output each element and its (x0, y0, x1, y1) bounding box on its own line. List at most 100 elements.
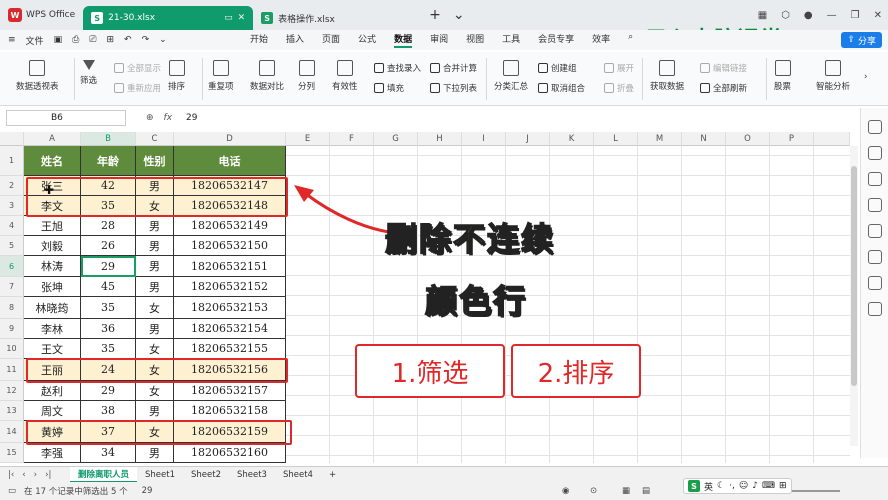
pivot-table-button[interactable]: 数据透视表 (16, 60, 59, 92)
sidebar-tool-icon[interactable] (867, 146, 882, 160)
cell-gender[interactable]: 女 (136, 339, 174, 359)
column-header-g[interactable]: G (374, 132, 418, 146)
get-data-button[interactable]: 获取数据 (650, 60, 684, 92)
preview-icon[interactable]: ⊞ (106, 35, 114, 45)
search-icon[interactable]: ⌕ (628, 32, 633, 48)
add-sheet-button[interactable]: + (321, 467, 344, 483)
formula-input[interactable]: 29 (186, 113, 197, 123)
cell-phone[interactable]: 18206532158 (174, 401, 286, 421)
create-group-button[interactable]: 创建组 (538, 62, 577, 74)
merge-calc-button[interactable]: 合并计算 (430, 62, 477, 74)
next-sheet-icon[interactable]: › (34, 470, 37, 480)
header-phone[interactable]: 电话 (174, 146, 286, 176)
cell-gender[interactable]: 男 (136, 277, 174, 297)
ungroup-button[interactable]: 取消组合 (538, 82, 585, 94)
first-sheet-icon[interactable]: |‹ (8, 470, 14, 480)
cell-name[interactable]: 赵利 (24, 381, 81, 401)
sidebar-tool-icon[interactable] (867, 276, 882, 290)
cell-phone[interactable]: 18206532160 (174, 443, 286, 463)
cell-name[interactable]: 林晓筠 (24, 297, 81, 319)
sidebar-tool-icon[interactable] (867, 250, 882, 264)
row-header-4[interactable]: 4 (0, 216, 24, 236)
avatar[interactable]: ● (804, 10, 813, 21)
file-menu[interactable]: 文件 (26, 34, 44, 47)
last-sheet-icon[interactable]: ›| (45, 470, 51, 480)
tab-file-2[interactable]: S 表格操作.xlsx (253, 6, 423, 30)
menu-tools[interactable]: 工具 (502, 32, 520, 48)
row-header-11[interactable]: 11 (0, 359, 24, 381)
row-header-6[interactable]: 6 (0, 256, 24, 277)
column-header-e[interactable]: E (286, 132, 330, 146)
cell-gender[interactable]: 男 (136, 256, 174, 277)
wps-logo[interactable]: W WPS Office (0, 0, 83, 30)
header-age[interactable]: 年龄 (81, 146, 136, 176)
name-box[interactable]: B6 (6, 110, 126, 126)
sort-button[interactable]: 排序 (168, 60, 185, 92)
cell-age[interactable]: 45 (81, 277, 136, 297)
menu-view[interactable]: 视图 (466, 32, 484, 48)
restore-icon[interactable]: ❐ (851, 10, 860, 21)
menu-formula[interactable]: 公式 (358, 32, 376, 48)
cell-phone[interactable]: 18206532157 (174, 381, 286, 401)
ribbon-next-icon[interactable]: › (864, 72, 867, 82)
menu-page[interactable]: 页面 (322, 32, 340, 48)
column-header-o[interactable]: O (726, 132, 770, 146)
cell-age[interactable]: 26 (81, 236, 136, 256)
cell-age[interactable]: 29 (81, 381, 136, 401)
sheet-tab[interactable]: Sheet2 (183, 467, 229, 483)
tab-file-1[interactable]: S 21-30.xlsx ▭ ✕ (83, 6, 254, 30)
export-icon[interactable]: ⎙ (72, 35, 79, 45)
view-icon[interactable]: ⊙ (590, 486, 597, 496)
cell-name[interactable]: 王文 (24, 339, 81, 359)
validity-button[interactable]: 有效性 (332, 60, 358, 92)
column-header-k[interactable]: K (550, 132, 594, 146)
sidebar-tool-icon[interactable] (867, 120, 882, 134)
cell-name[interactable]: 林涛 (24, 256, 81, 277)
column-header-h[interactable]: H (418, 132, 462, 146)
menu-start[interactable]: 开始 (250, 32, 268, 48)
monitor-icon[interactable]: ▭ (224, 13, 233, 23)
subtotal-button[interactable]: 分类汇总 (494, 60, 528, 92)
sheet-tab[interactable]: Sheet4 (275, 467, 321, 483)
hamburger-icon[interactable]: ≡ (8, 35, 16, 45)
row-header-9[interactable]: 9 (0, 319, 24, 339)
cell-name[interactable]: 李强 (24, 443, 81, 463)
row-header-14[interactable]: 14 (0, 421, 24, 443)
cell-name[interactable]: 刘毅 (24, 236, 81, 256)
row-header-8[interactable]: 8 (0, 297, 24, 319)
row-header-12[interactable]: 12 (0, 381, 24, 401)
cell-name[interactable]: 张坤 (24, 277, 81, 297)
share-button[interactable]: ⇪ 分享 (841, 32, 882, 48)
column-header-m[interactable]: M (638, 132, 682, 146)
cell-name[interactable]: 王旭 (24, 216, 81, 236)
row-header-5[interactable]: 5 (0, 236, 24, 256)
print-icon[interactable]: ⎚ (89, 35, 96, 45)
layout-icon[interactable]: ▦ (758, 10, 767, 21)
scrollbar-thumb[interactable] (851, 166, 857, 386)
lookup-entry-button[interactable]: 查找录入 (374, 62, 421, 74)
header-name[interactable]: 姓名 (24, 146, 81, 176)
expand-button[interactable]: 展开 (604, 62, 634, 74)
column-header-c[interactable]: C (136, 132, 174, 146)
dropdown-list-button[interactable]: 下拉列表 (430, 82, 477, 94)
row-header-13[interactable]: 13 (0, 401, 24, 421)
sheet-tab[interactable]: Sheet3 (229, 467, 275, 483)
cell-age[interactable]: 36 (81, 319, 136, 339)
split-column-button[interactable]: 分列 (298, 60, 315, 92)
page-view-icon[interactable]: ▤ (642, 486, 650, 496)
vertical-scrollbar[interactable] (850, 146, 858, 446)
cell-phone[interactable]: 18206532152 (174, 277, 286, 297)
edit-link-button[interactable]: 编辑链接 (700, 62, 747, 74)
fx-icon[interactable]: fx (164, 113, 173, 123)
undo-icon[interactable]: ↶ (124, 35, 132, 45)
redo-icon[interactable]: ↷ (142, 35, 150, 45)
show-all-button[interactable]: 全部显示 (114, 62, 161, 74)
cell-gender[interactable]: 男 (136, 401, 174, 421)
header-gender[interactable]: 性别 (136, 146, 174, 176)
smart-analysis-button[interactable]: 智能分析 (816, 60, 850, 92)
refresh-all-button[interactable]: 全部刷新 (700, 82, 747, 94)
cell-gender[interactable]: 女 (136, 381, 174, 401)
save-icon[interactable]: ▣ (54, 35, 63, 45)
cell-age[interactable]: 35 (81, 339, 136, 359)
stock-button[interactable]: 股票 (774, 60, 791, 92)
